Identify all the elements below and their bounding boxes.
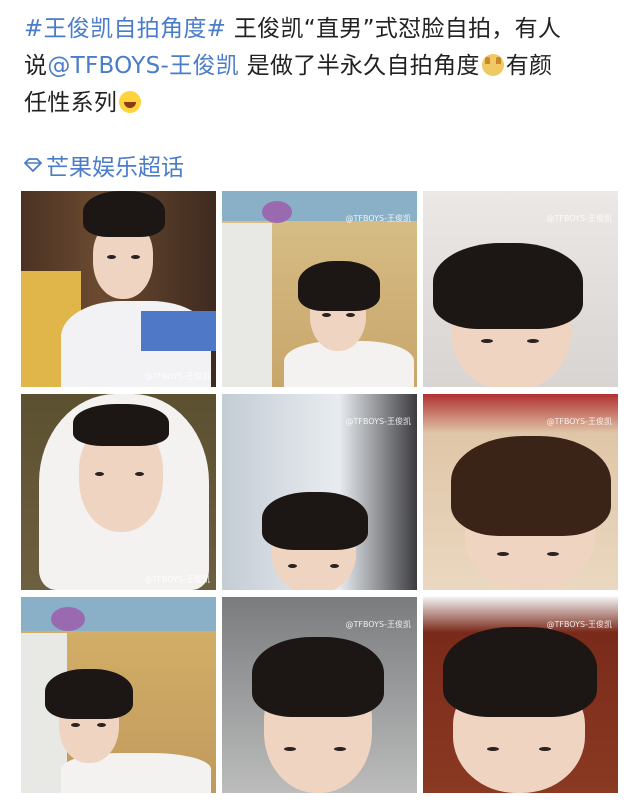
post-line3-text: 任性系列 [24, 90, 118, 116]
weibo-post: #王俊凯自拍角度# 王俊凯“直男”式怼脸自拍，有人 说@TFBOYS-王俊凯 是… [0, 0, 641, 802]
photo-watermark: @TFBOYS-王俊凯 [345, 620, 411, 629]
photo-thumbnail[interactable]: @TFBOYS-王俊凯 [21, 394, 216, 590]
diamond-icon [24, 158, 42, 172]
doge-emoji-icon [481, 54, 504, 76]
photo-watermark: @TFBOYS-王俊凯 [144, 575, 210, 584]
photo-watermark: @TFBOYS-王俊凯 [546, 620, 612, 629]
photo-thumbnail[interactable]: @TFBOYS-王俊凯 [423, 394, 618, 590]
super-topic-label: 芒果娱乐超话 [46, 155, 184, 181]
photo-thumbnail[interactable]: @TFBOYS-王俊凯 [222, 394, 417, 590]
photo-watermark: @TFBOYS-王俊凯 [144, 372, 210, 381]
photo-watermark: @TFBOYS-王俊凯 [345, 417, 411, 426]
super-topic-link[interactable]: 芒果娱乐超话 [24, 148, 184, 182]
photo-thumbnail[interactable]: @TFBOYS-王俊凯 [423, 597, 618, 793]
post-text: #王俊凯自拍角度# 王俊凯“直男”式怼脸自拍，有人 说@TFBOYS-王俊凯 是… [24, 11, 624, 122]
photo-watermark: @TFBOYS-王俊凯 [546, 214, 612, 223]
laugh-cry-emoji-icon [119, 91, 142, 113]
post-line2-prefix: 说 [24, 53, 48, 79]
photo-thumbnail[interactable]: @TFBOYS-王俊凯 [423, 191, 618, 387]
photo-watermark: @TFBOYS-王俊凯 [546, 417, 612, 426]
post-line2-text: 是做了半永久自拍角度 [239, 53, 480, 79]
post-line1-text: 王俊凯“直男”式怼脸自拍，有人 [226, 16, 562, 42]
photo-thumbnail[interactable]: @TFBOYS-王俊凯 [222, 597, 417, 793]
post-line2-suffix: 有颜 [505, 53, 553, 79]
mention-link[interactable]: @TFBOYS-王俊凯 [47, 53, 239, 79]
photo-watermark: @TFBOYS-王俊凯 [345, 214, 411, 223]
hashtag-link[interactable]: #王俊凯自拍角度# [24, 16, 226, 42]
photo-thumbnail[interactable]: @TFBOYS-王俊凯 [222, 191, 417, 387]
photo-thumbnail[interactable]: @TFBOYS-王俊凯 [21, 191, 216, 387]
photo-grid: @TFBOYS-王俊凯 @TFBOYS-王俊凯 @TFBOYS-王俊凯 @TFB… [21, 191, 618, 793]
photo-thumbnail[interactable] [21, 597, 216, 793]
